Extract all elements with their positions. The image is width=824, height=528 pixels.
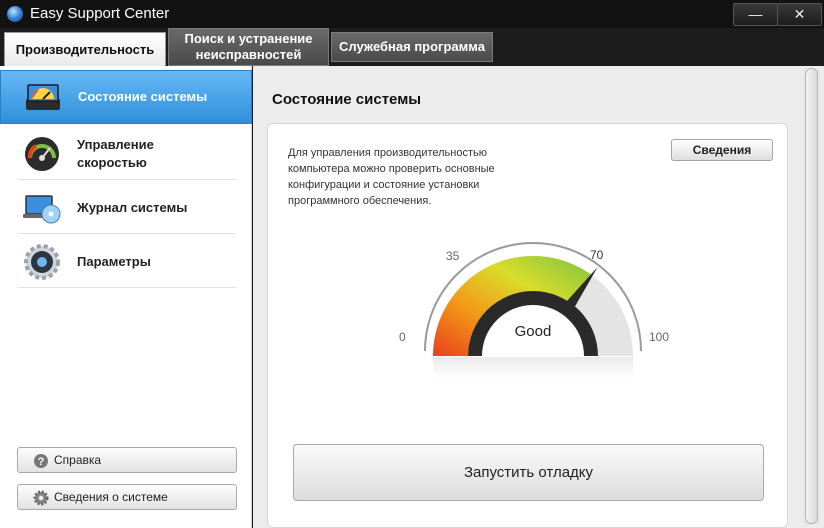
main-panel: Состояние системы Для управления произво… [253, 66, 824, 528]
page-title: Состояние системы [272, 91, 422, 108]
sidebar-divider [18, 179, 236, 180]
gauge-label-35: 35 [446, 249, 460, 263]
sidebar-divider [18, 287, 236, 288]
help-icon: ? [34, 454, 48, 468]
svg-text:?: ? [38, 456, 45, 468]
help-label: Справка [54, 453, 102, 467]
system-info-button[interactable]: Сведения о системе [17, 484, 237, 510]
details-button[interactable]: Сведения [671, 139, 773, 161]
sidebar-item-label: Состояние системы [78, 89, 208, 104]
sidebar-item-label: Управление скоростью [77, 137, 154, 170]
title-bar: Easy Support Center — ✕ [0, 0, 824, 28]
sidebar-item-label: Параметры [77, 254, 151, 269]
system-status-icon [26, 84, 60, 110]
tab-performance[interactable]: Производительность [4, 32, 166, 66]
run-debug-label: Запустить отладку [463, 464, 594, 481]
gauge-graphic [424, 242, 642, 379]
sidebar-item-system-status[interactable]: Состояние системы [0, 70, 252, 124]
gear-icon [33, 490, 49, 506]
sidebar-item-settings[interactable]: Параметры [0, 236, 252, 288]
status-card: Для управления производительностью компь… [267, 123, 788, 528]
gear-icon [24, 244, 60, 280]
sidebar-divider [18, 233, 236, 234]
tab-bar: Производительность Поиск и устранение не… [0, 28, 824, 66]
help-button[interactable]: ? Справка [17, 447, 237, 473]
performance-gauge: 0 35 70 100 Good [388, 239, 678, 379]
gauge-label-max: 100 [649, 330, 670, 344]
window-title: Easy Support Center [30, 5, 170, 22]
minimize-button[interactable]: — [733, 3, 778, 26]
scrollbar-thumb[interactable] [805, 68, 818, 524]
run-debug-button[interactable]: Запустить отладку [293, 444, 764, 501]
sidebar-item-label: Журнал системы [77, 200, 188, 215]
sidebar: Состояние системы Управление скоростью Ж… [0, 66, 252, 528]
scrollbar[interactable] [803, 68, 820, 526]
sidebar-item-system-log[interactable]: Журнал системы [0, 182, 252, 234]
tab-troubleshooting[interactable]: Поиск и устранение неисправностей [168, 28, 329, 66]
status-description: Для управления производительностью компь… [288, 147, 495, 207]
sidebar-item-speed-management[interactable]: Управление скоростью [0, 128, 252, 180]
gauge-status-text: Good [514, 323, 552, 340]
laptop-disc-icon [23, 195, 61, 224]
system-info-label: Сведения о системе [54, 490, 168, 504]
gauge-label-min: 0 [399, 330, 406, 344]
speedometer-icon [25, 137, 59, 171]
gauge-label-70: 70 [590, 248, 604, 262]
close-button[interactable]: ✕ [777, 3, 822, 26]
tab-utility[interactable]: Служебная программа [331, 32, 493, 62]
app-icon [7, 6, 23, 22]
